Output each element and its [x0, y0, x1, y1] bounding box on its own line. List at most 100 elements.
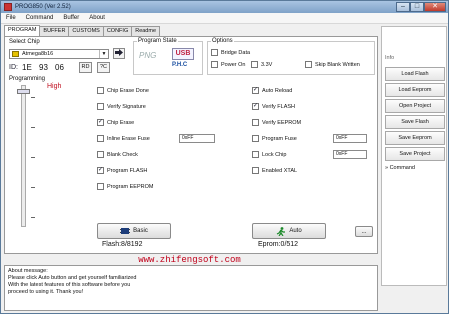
check-verify-eeprom[interactable]: Verify EEPROM — [252, 119, 301, 126]
programming-slider-track — [21, 85, 26, 227]
message-line: Please click Auto button and get yoursel… — [8, 275, 137, 281]
program-fuse-input[interactable]: 0xFF — [333, 134, 367, 143]
tab-config[interactable]: CONFIG — [102, 26, 133, 36]
checkbox-checked[interactable]: ✓ — [252, 87, 259, 94]
auto-button[interactable]: Auto — [252, 223, 326, 239]
programming-slider-thumb[interactable] — [17, 89, 30, 94]
message-line: proceed to using it. Thank you! — [8, 289, 84, 295]
message-line: With the latest features of this softwar… — [8, 282, 131, 288]
checkbox[interactable] — [211, 49, 218, 56]
open-project-button[interactable]: Open Project — [385, 99, 445, 113]
checkbox-checked[interactable]: ✓ — [97, 167, 104, 174]
checkbox[interactable] — [97, 151, 104, 158]
minimize-button[interactable]: – — [396, 2, 410, 12]
app-icon — [4, 3, 12, 11]
check-enabled-xtal[interactable]: Enabled XTAL — [252, 167, 297, 174]
eeprom-status: Eprom:0/512 — [258, 241, 299, 248]
options-label: Options — [211, 38, 234, 44]
checkbox-checked[interactable]: ✓ — [252, 103, 259, 110]
read-id-button[interactable]: RD — [79, 62, 92, 73]
checkbox[interactable] — [305, 61, 312, 68]
option-power-on[interactable]: Power On — [211, 61, 245, 68]
check-verify-flash[interactable]: ✓ Verify FLASH — [252, 103, 295, 110]
chip-select-value: Atmega8b16 — [22, 51, 54, 57]
slider-tick — [31, 217, 35, 218]
menu-about[interactable]: About — [84, 15, 110, 21]
tab-buffer[interactable]: BUFFER — [39, 26, 70, 36]
slider-tick — [31, 157, 35, 158]
tab-readme[interactable]: Readme — [131, 26, 161, 36]
menu-buffer[interactable]: Buffer — [58, 15, 84, 21]
id-byte-1: 1E — [22, 63, 32, 72]
usb-icon: USB — [172, 48, 194, 60]
checkbox[interactable] — [252, 151, 259, 158]
check-program-fuse[interactable]: Program Fuse — [252, 135, 297, 142]
save-flash-button[interactable]: Save Flash — [385, 115, 445, 129]
checkbox[interactable] — [251, 61, 258, 68]
options-box — [207, 41, 375, 75]
checkbox-checked[interactable]: ✓ — [97, 119, 104, 126]
chip-icon — [120, 228, 131, 234]
id-byte-3: 06 — [55, 63, 64, 72]
checkbox[interactable] — [97, 135, 104, 142]
main-window: PROG850 (Ver 2.52) – □ ✕ File Command Bu… — [0, 0, 449, 314]
load-flash-button[interactable]: Load Flash — [385, 67, 445, 81]
load-eeprom-button[interactable]: Load Eeprom — [385, 83, 445, 97]
check-lock-chip[interactable]: Lock Chip — [252, 151, 286, 158]
message-box: About message: Please click Auto button … — [4, 265, 378, 311]
checkbox[interactable] — [252, 135, 259, 142]
programming-label: Programming — [9, 76, 46, 82]
slider-tick — [31, 187, 35, 188]
prog-indicator: P.H.C — [172, 62, 188, 68]
message-line: About message: — [8, 268, 48, 274]
check-program-eeprom[interactable]: Program EEPROM — [97, 183, 153, 190]
menu-bar: File Command Buffer About — [1, 13, 448, 24]
tab-strip: PROGRAM BUFFER CUSTOMS CONFIG Readme — [4, 25, 161, 36]
checkbox[interactable] — [252, 119, 259, 126]
website-link[interactable]: www.zhifengsoft.com — [1, 255, 378, 265]
tab-program[interactable]: PROGRAM — [4, 25, 41, 36]
erase-fuse-input[interactable]: 0xFF — [179, 134, 215, 143]
chevron-down-icon: ▼ — [99, 50, 108, 58]
save-project-button[interactable]: Save Project — [385, 147, 445, 161]
check-blank-check[interactable]: Blank Check — [97, 151, 138, 158]
check-inline-erase-fuse[interactable]: Inline Erase Fuse — [97, 135, 150, 142]
id-label: ID: — [9, 64, 18, 71]
check-auto-reload[interactable]: ✓ Auto Reload — [252, 87, 292, 94]
maximize-button[interactable]: □ — [410, 2, 424, 12]
check-chip-erase[interactable]: ✓ Chip Erase — [97, 119, 134, 126]
option-bridge-data[interactable]: Bridge Data — [211, 49, 250, 56]
program-panel: Select Chip Atmega8b16 ▼ ID: 1E 93 06 RD… — [4, 36, 378, 254]
tab-customs[interactable]: CUSTOMS — [68, 26, 104, 36]
basic-button[interactable]: Basic — [97, 223, 171, 239]
select-chip-label: Select Chip — [9, 39, 40, 45]
window-controls: – □ ✕ — [396, 2, 446, 12]
runner-icon — [277, 226, 286, 236]
select-chip-arrow-button[interactable] — [113, 48, 125, 59]
window-title: PROG850 (Ver 2.52) — [15, 4, 71, 10]
close-button[interactable]: ✕ — [424, 2, 446, 12]
checkbox[interactable] — [97, 103, 104, 110]
checkbox[interactable] — [97, 87, 104, 94]
title-bar: PROG850 (Ver 2.52) – □ ✕ — [1, 1, 448, 13]
more-button[interactable]: ... — [355, 226, 373, 237]
arrow-right-icon — [115, 49, 123, 56]
command-link[interactable]: » Command — [385, 165, 415, 171]
checkbox[interactable] — [97, 183, 104, 190]
side-panel-header: Info — [385, 55, 395, 61]
checkbox[interactable] — [252, 167, 259, 174]
id-check-button[interactable]: ?C — [97, 62, 110, 73]
chip-select[interactable]: Atmega8b16 ▼ — [9, 49, 109, 59]
save-eeprom-button[interactable]: Save Eeprom — [385, 131, 445, 145]
slider-tick — [31, 127, 35, 128]
menu-command[interactable]: Command — [21, 15, 59, 21]
menu-file[interactable]: File — [1, 15, 21, 21]
option-3v3[interactable]: 3.3V — [251, 61, 272, 68]
check-chip-erase-done[interactable]: Chip Erase Done — [97, 87, 149, 94]
option-skip-blank[interactable]: Skip Blank Written — [305, 61, 360, 68]
check-program-flash[interactable]: ✓ Program FLASH — [97, 167, 147, 174]
slider-tick — [31, 97, 35, 98]
checkbox[interactable] — [211, 61, 218, 68]
check-verify-signature[interactable]: Verify Signature — [97, 103, 146, 110]
lock-chip-input[interactable]: 0xFF — [333, 150, 367, 159]
